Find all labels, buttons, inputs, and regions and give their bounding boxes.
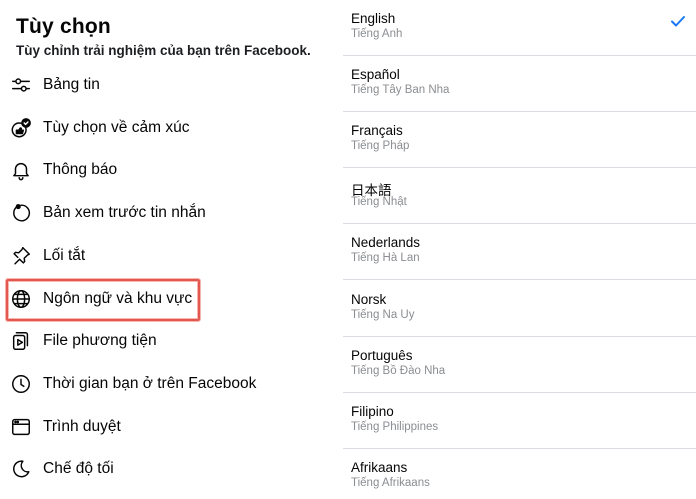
moon-icon [8, 456, 34, 482]
language-native-name: Tiếng Na Uy [351, 309, 415, 321]
language-list: English Tiếng Anh Español Tiếng Tây Ban … [343, 0, 696, 499]
language-item-japanese[interactable]: 日本語 Tiếng Nhật [343, 168, 696, 224]
language-name: Norsk [351, 292, 387, 307]
language-name: Nederlands [351, 235, 421, 250]
language-item-norsk[interactable]: Norsk Tiếng Na Uy [343, 281, 696, 337]
settings-item-message-previews[interactable]: Bản xem trước tin nhắn [8, 194, 298, 232]
reaction-icon [8, 115, 34, 141]
clock-icon [8, 371, 34, 397]
media-icon [8, 328, 34, 354]
message-preview-icon [8, 200, 34, 226]
sliders-icon [8, 72, 34, 98]
language-item-filipino[interactable]: Filipino Tiếng Philippines [343, 393, 696, 449]
bell-icon [8, 157, 34, 183]
settings-item-label: Lối tắt [43, 247, 86, 264]
language-name: Français [351, 123, 403, 138]
language-name: Afrikaans [351, 460, 408, 475]
settings-item-browser[interactable]: Trình duyệt [8, 408, 298, 446]
settings-item-label: Bản xem trước tin nhắn [43, 204, 206, 221]
settings-item-language-region[interactable]: Ngôn ngữ và khu vực [8, 280, 298, 318]
language-item-nederlands[interactable]: Nederlands Tiếng Hà Lan [343, 224, 696, 280]
language-native-name: Tiếng Nhật [351, 196, 407, 208]
settings-item-label: Thông báo [43, 161, 118, 178]
language-name: Português [351, 348, 413, 363]
browser-icon [8, 414, 34, 440]
settings-item-label: Trình duyệt [43, 418, 121, 435]
language-item-afrikaans[interactable]: Afrikaans Tiếng Afrikaans [343, 449, 696, 499]
language-item-english[interactable]: English Tiếng Anh [343, 0, 696, 56]
language-item-portugues[interactable]: Português Tiếng Bồ Đào Nha [343, 337, 696, 393]
language-native-name: Tiếng Afrikaans [351, 477, 430, 489]
settings-item-reactions[interactable]: Tùy chọn về cảm xúc [8, 109, 298, 147]
settings-item-label: Ngôn ngữ và khu vực [43, 290, 193, 307]
language-native-name: Tiếng Philippines [351, 421, 439, 433]
settings-item-label: File phương tiện [43, 332, 157, 349]
settings-item-media[interactable]: File phương tiện [8, 322, 298, 360]
page-subtitle: Tùy chỉnh trải nghiệm của bạn trên Faceb… [16, 43, 311, 58]
settings-item-label: Tùy chọn về cảm xúc [43, 119, 190, 136]
divider [343, 279, 696, 280]
settings-item-label: Chế độ tối [43, 460, 114, 477]
language-item-francais[interactable]: Français Tiếng Pháp [343, 112, 696, 168]
settings-item-news-feed[interactable]: Bảng tin [8, 66, 298, 104]
settings-item-dark-mode[interactable]: Chế độ tối [8, 450, 298, 488]
settings-panel: Tùy chọn Tùy chỉnh trải nghiệm của bạn t… [0, 0, 340, 499]
language-name: Español [351, 67, 400, 82]
language-native-name: Tiếng Bồ Đào Nha [351, 365, 446, 377]
settings-item-label: Thời gian bạn ở trên Facebook [43, 375, 257, 392]
checkmark-icon [670, 14, 686, 28]
page-title: Tùy chọn [16, 15, 111, 38]
language-native-name: Tiếng Tây Ban Nha [351, 84, 450, 96]
globe-icon [8, 286, 34, 312]
pin-icon [8, 243, 34, 269]
language-native-name: Tiếng Pháp [351, 140, 410, 152]
settings-item-notifications[interactable]: Thông báo [8, 151, 298, 189]
settings-item-shortcuts[interactable]: Lối tắt [8, 237, 298, 275]
language-native-name: Tiếng Hà Lan [351, 252, 420, 264]
language-name: English [351, 11, 396, 26]
language-item-espanol[interactable]: Español Tiếng Tây Ban Nha [343, 56, 696, 112]
language-name: Filipino [351, 404, 394, 419]
settings-item-label: Bảng tin [43, 76, 100, 93]
language-native-name: Tiếng Anh [351, 28, 403, 40]
settings-item-time-on-facebook[interactable]: Thời gian bạn ở trên Facebook [8, 365, 298, 403]
